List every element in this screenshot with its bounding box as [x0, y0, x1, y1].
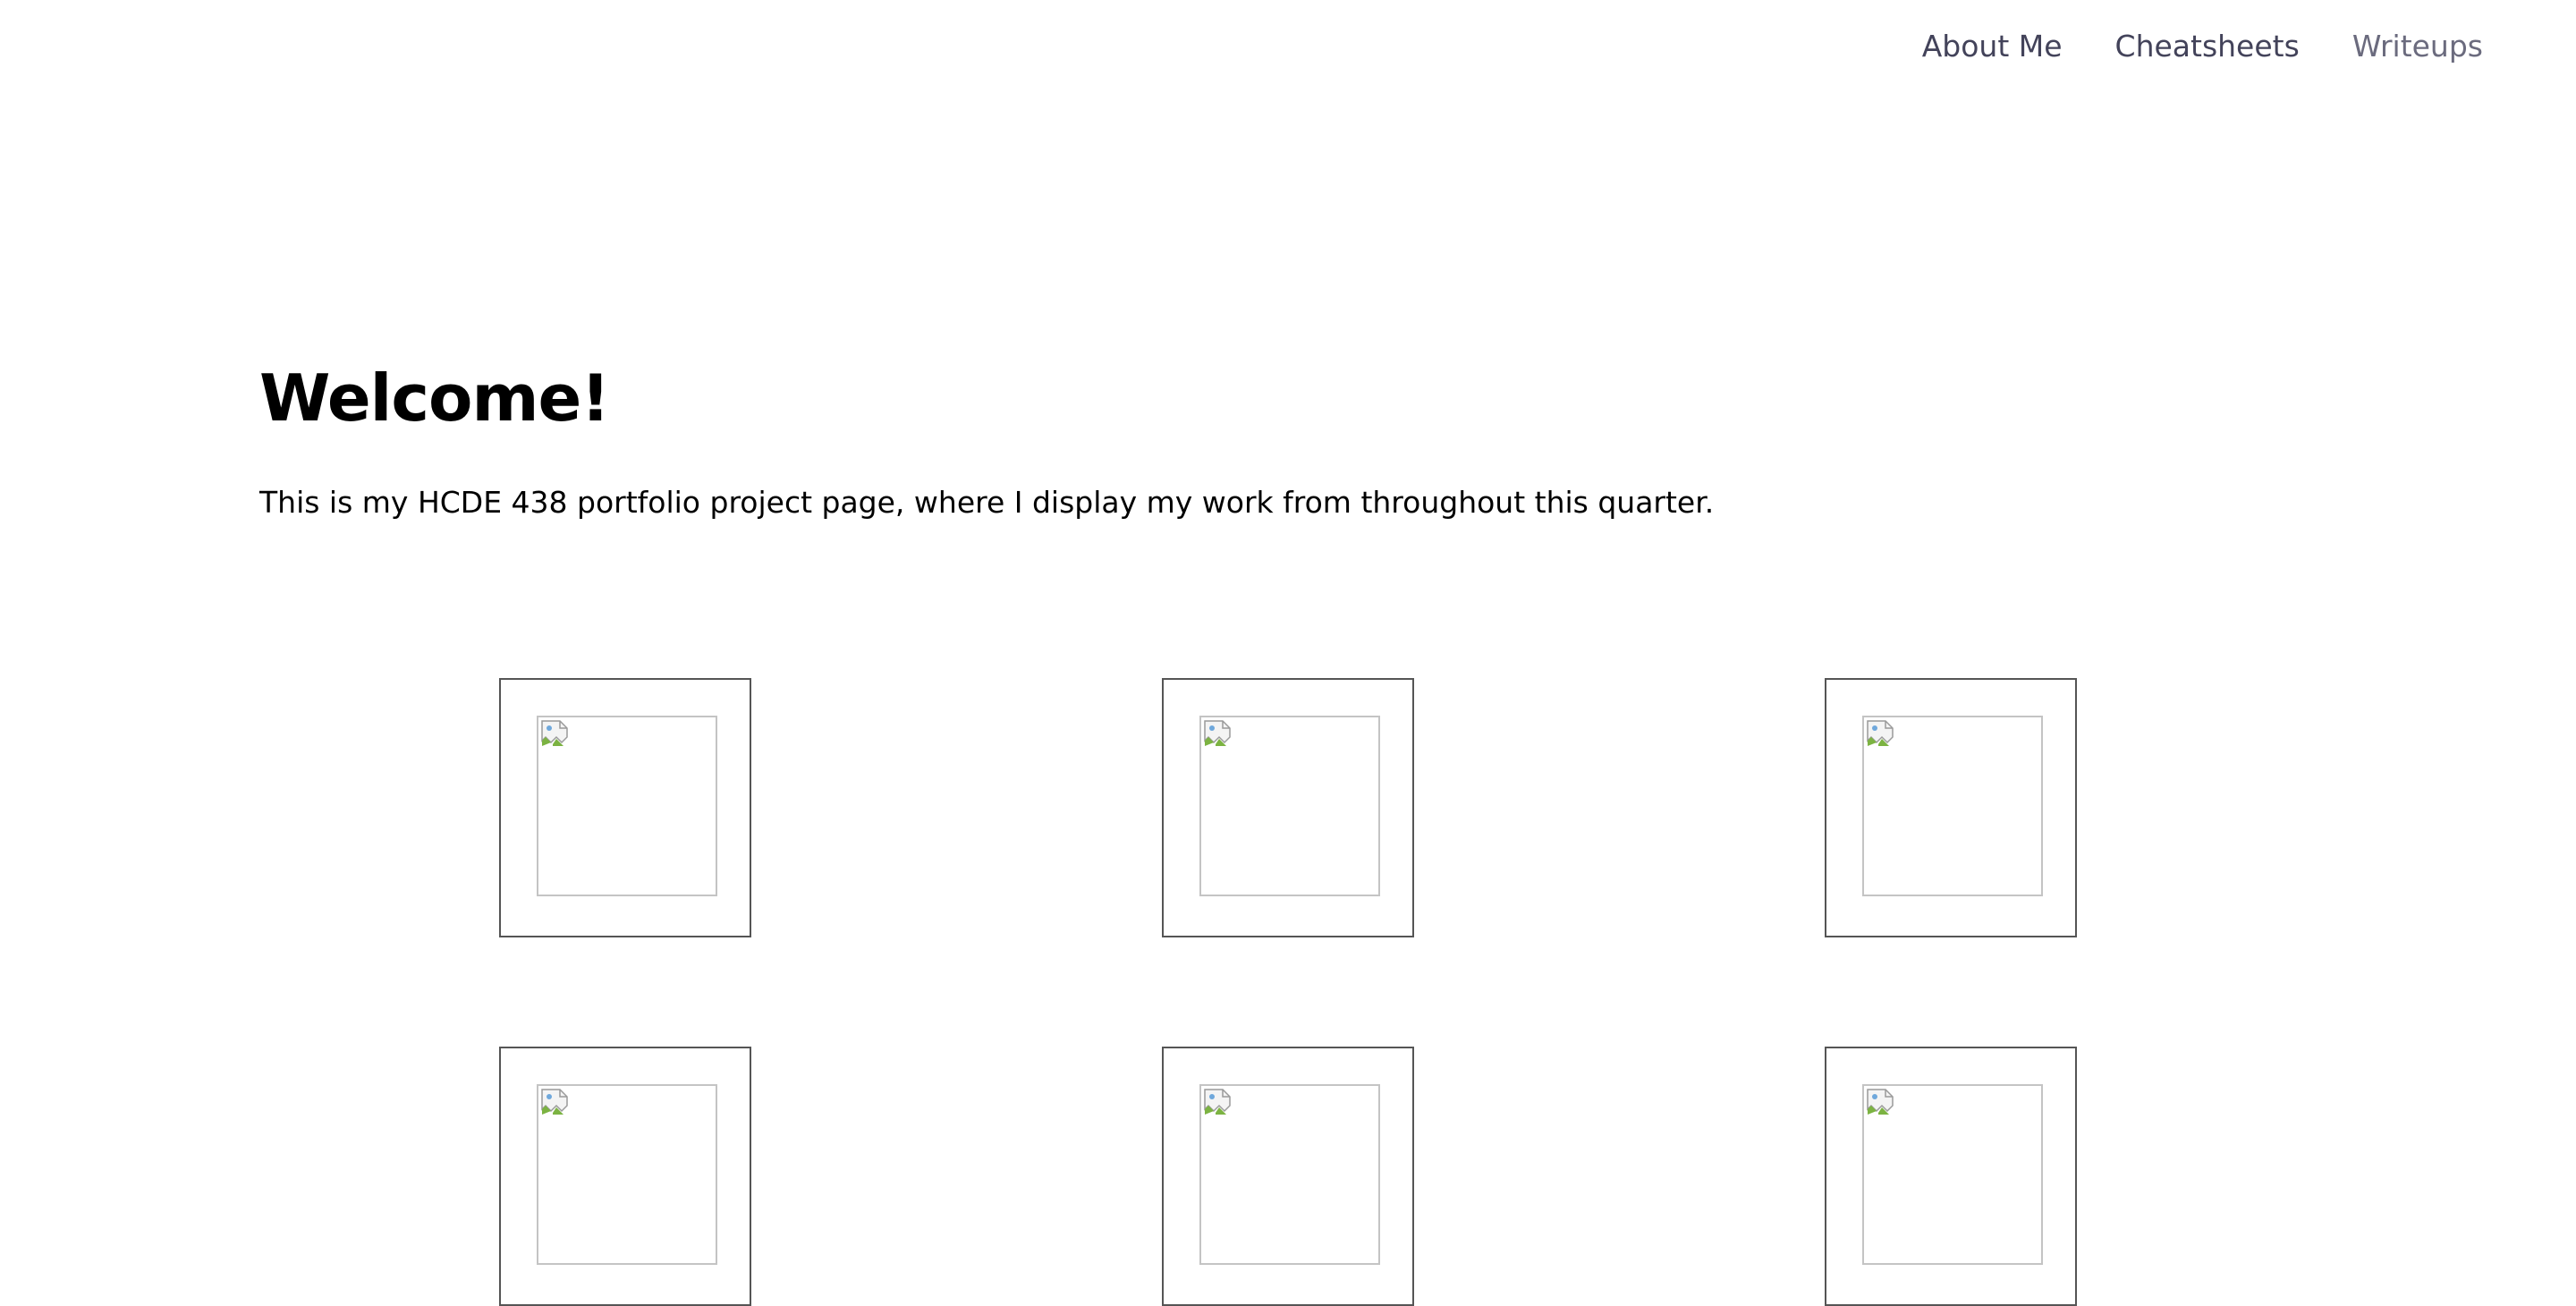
gallery-tile[interactable]: [499, 678, 751, 937]
page-title: Welcome!: [259, 360, 610, 436]
top-nav: About Me Cheatsheets Writeups: [1922, 27, 2483, 66]
broken-image-icon: [1867, 1089, 1894, 1115]
broken-image-icon: [541, 1089, 568, 1115]
gallery-tile[interactable]: [1162, 1047, 1414, 1306]
tile-image[interactable]: [1862, 716, 2043, 896]
nav-link-cheatsheets[interactable]: Cheatsheets: [2115, 27, 2300, 66]
hero-section: Welcome! This is my HCDE 438 portfolio p…: [259, 360, 1714, 522]
tile-image[interactable]: [1199, 716, 1380, 896]
tile-image[interactable]: [1862, 1084, 2043, 1265]
intro-text: This is my HCDE 438 portfolio project pa…: [259, 485, 1715, 520]
tile-image[interactable]: [537, 716, 717, 896]
broken-image-icon: [541, 720, 568, 746]
tile-image[interactable]: [537, 1084, 717, 1265]
tile-image[interactable]: [1199, 1084, 1380, 1265]
broken-image-icon: [1204, 1089, 1231, 1115]
nav-link-writeups[interactable]: Writeups: [2352, 27, 2483, 66]
gallery-tile[interactable]: [1825, 1047, 2077, 1306]
broken-image-icon: [1204, 720, 1231, 746]
gallery-tile[interactable]: [1162, 678, 1414, 937]
nav-link-about-me[interactable]: About Me: [1922, 27, 2063, 66]
gallery-tile[interactable]: [1825, 678, 2077, 937]
gallery-tile[interactable]: [499, 1047, 751, 1306]
broken-image-icon: [1867, 720, 1894, 746]
